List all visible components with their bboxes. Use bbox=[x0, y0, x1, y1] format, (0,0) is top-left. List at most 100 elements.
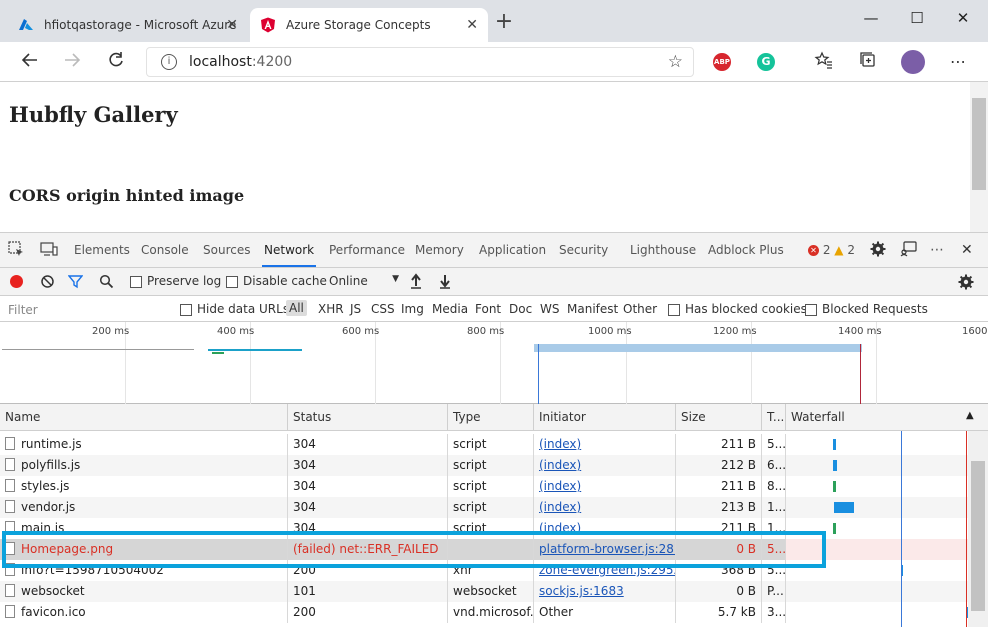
table-row[interactable]: vendor.js 304 script (index) 213 B 1... bbox=[0, 497, 968, 518]
table-row[interactable]: polyfills.js 304 script (index) 212 B 6... bbox=[0, 455, 968, 476]
filter-icon[interactable] bbox=[67, 274, 84, 292]
checkbox[interactable] bbox=[130, 275, 142, 288]
hide-data-urls-checkbox[interactable]: Hide data URLs bbox=[180, 302, 289, 316]
checkbox[interactable] bbox=[805, 303, 817, 316]
cell-initiator[interactable]: (index) bbox=[534, 497, 676, 518]
close-devtools-icon[interactable]: ✕ bbox=[959, 233, 975, 267]
filter-type-doc[interactable]: Doc bbox=[509, 302, 532, 316]
cell-initiator[interactable]: (index) bbox=[534, 455, 676, 476]
tab-sources[interactable]: Sources bbox=[201, 233, 252, 267]
filter-type-css[interactable]: CSS bbox=[371, 302, 395, 316]
cell-text: Other bbox=[539, 605, 574, 619]
filter-type-other[interactable]: Other bbox=[623, 302, 657, 316]
filter-input[interactable]: Filter bbox=[8, 303, 174, 317]
blocked-requests-checkbox[interactable]: Blocked Requests bbox=[805, 302, 928, 316]
grammarly-icon[interactable]: G bbox=[757, 53, 775, 71]
timeline-overview[interactable]: 200 ms 400 ms 600 ms 800 ms 1000 ms 1200… bbox=[0, 322, 988, 404]
preserve-log-checkbox[interactable]: Preserve log bbox=[130, 274, 221, 288]
cell-initiator[interactable]: (index) bbox=[534, 434, 676, 455]
tab-azure-storage-concepts[interactable]: Azure Storage Concepts ✕ bbox=[250, 8, 488, 42]
checkbox[interactable] bbox=[668, 303, 680, 316]
checkbox[interactable] bbox=[180, 303, 192, 316]
tab-elements[interactable]: Elements bbox=[72, 233, 132, 267]
column-name[interactable]: Name bbox=[0, 404, 288, 431]
tab-adblock-plus[interactable]: Adblock Plus bbox=[706, 233, 786, 267]
settings-gear-icon[interactable] bbox=[868, 241, 888, 259]
table-row[interactable]: websocket 101 websocket sockjs.js:1683 0 B P.… bbox=[0, 581, 968, 602]
tab-security[interactable]: Security bbox=[557, 233, 610, 267]
filter-type-xhr[interactable]: XHR bbox=[318, 302, 344, 316]
cell-name: vendor.js bbox=[0, 497, 288, 518]
cell-initiator[interactable]: platform-browser.js:2879 bbox=[534, 539, 676, 560]
sort-ascending-icon[interactable]: ▲ bbox=[966, 410, 974, 421]
checkbox[interactable] bbox=[226, 275, 238, 288]
close-window-button[interactable]: ✕ bbox=[940, 6, 986, 30]
device-toggle-icon[interactable] bbox=[38, 241, 60, 259]
table-row[interactable]: info?t=1598710504002 200 xhr zone-evergreen… bbox=[0, 560, 968, 581]
forward-arrow-icon[interactable] bbox=[60, 50, 84, 74]
filter-type-js[interactable]: JS bbox=[350, 302, 361, 316]
table-row[interactable]: Homepage.png (failed) net::ERR_FAILED plat… bbox=[0, 539, 968, 560]
tab-application[interactable]: Application bbox=[477, 233, 548, 267]
table-scrollbar[interactable] bbox=[968, 431, 988, 627]
cell-initiator[interactable]: sockjs.js:1683 bbox=[534, 581, 676, 602]
more-options-icon[interactable]: ⋯ bbox=[928, 233, 946, 267]
throttling-select[interactable]: Online ▼ bbox=[329, 274, 399, 288]
cell-initiator[interactable]: (index) bbox=[534, 476, 676, 497]
column-size[interactable]: Size bbox=[676, 404, 762, 431]
column-waterfall[interactable]: Waterfall bbox=[786, 404, 968, 431]
close-tab-icon[interactable]: ✕ bbox=[226, 17, 238, 33]
tab-performance[interactable]: Performance bbox=[327, 233, 407, 267]
clear-icon[interactable] bbox=[40, 274, 55, 292]
cell-initiator[interactable]: zone-evergreen.js:2952 bbox=[534, 560, 676, 581]
scrollbar-thumb[interactable] bbox=[971, 461, 985, 611]
table-row[interactable]: main.js 304 script (index) 211 B 1... bbox=[0, 518, 968, 539]
minimize-button[interactable]: — bbox=[848, 6, 894, 30]
search-icon[interactable] bbox=[99, 274, 114, 292]
collections-icon[interactable] bbox=[856, 50, 880, 74]
has-blocked-cookies-checkbox[interactable]: Has blocked cookies bbox=[668, 302, 807, 316]
favorites-icon[interactable] bbox=[812, 50, 836, 74]
page-scrollbar[interactable] bbox=[970, 82, 988, 232]
filter-type-manifest[interactable]: Manifest bbox=[567, 302, 618, 316]
address-bar[interactable]: i localhost:4200 ☆ bbox=[146, 47, 694, 77]
adblock-plus-icon[interactable]: ABP bbox=[713, 53, 731, 71]
close-tab-icon[interactable]: ✕ bbox=[466, 17, 478, 33]
table-row[interactable]: runtime.js 304 script (index) 211 B 5... bbox=[0, 434, 968, 455]
feedback-icon[interactable] bbox=[898, 241, 920, 259]
column-initiator[interactable]: Initiator bbox=[534, 404, 676, 431]
maximize-button[interactable]: ☐ bbox=[894, 6, 940, 30]
cell-initiator[interactable]: Other bbox=[534, 602, 676, 623]
table-row[interactable]: styles.js 304 script (index) 211 B 8... bbox=[0, 476, 968, 497]
disable-cache-checkbox[interactable]: Disable cache bbox=[226, 274, 327, 288]
info-icon[interactable]: i bbox=[161, 54, 177, 70]
tab-lighthouse[interactable]: Lighthouse bbox=[628, 233, 698, 267]
tab-network[interactable]: Network bbox=[262, 233, 317, 267]
inspect-element-icon[interactable] bbox=[6, 241, 26, 259]
column-status[interactable]: Status bbox=[288, 404, 448, 431]
refresh-icon[interactable] bbox=[104, 50, 128, 74]
tab-memory[interactable]: Memory bbox=[413, 233, 466, 267]
filter-type-font[interactable]: Font bbox=[475, 302, 501, 316]
import-har-icon[interactable] bbox=[409, 273, 423, 292]
export-har-icon[interactable] bbox=[438, 273, 452, 292]
more-menu-icon[interactable]: ⋯ bbox=[946, 50, 970, 74]
filter-type-ws[interactable]: WS bbox=[540, 302, 559, 316]
scrollbar-thumb[interactable] bbox=[972, 98, 986, 190]
cell-initiator[interactable]: (index) bbox=[534, 518, 676, 539]
tab-azure-portal[interactable]: hfiotqastorage - Microsoft Azure ✕ bbox=[8, 8, 248, 42]
back-arrow-icon[interactable] bbox=[18, 50, 42, 74]
filter-type-all[interactable]: All bbox=[286, 300, 307, 316]
table-row[interactable]: favicon.ico 200 vnd.microsof... Other 5.7 kB… bbox=[0, 602, 968, 623]
filter-type-img[interactable]: Img bbox=[401, 302, 424, 316]
filter-type-media[interactable]: Media bbox=[432, 302, 468, 316]
avatar[interactable] bbox=[901, 50, 925, 74]
record-icon[interactable] bbox=[10, 275, 23, 288]
column-type[interactable]: Type bbox=[448, 404, 534, 431]
error-count[interactable]: ✕ 2 ▲ 2 bbox=[806, 233, 857, 267]
favorite-star-icon[interactable]: ☆ bbox=[668, 52, 683, 72]
tab-console[interactable]: Console bbox=[139, 233, 191, 267]
column-time[interactable]: T... bbox=[762, 404, 786, 431]
new-tab-button[interactable]: + bbox=[492, 10, 516, 34]
network-settings-gear-icon[interactable] bbox=[958, 274, 974, 293]
